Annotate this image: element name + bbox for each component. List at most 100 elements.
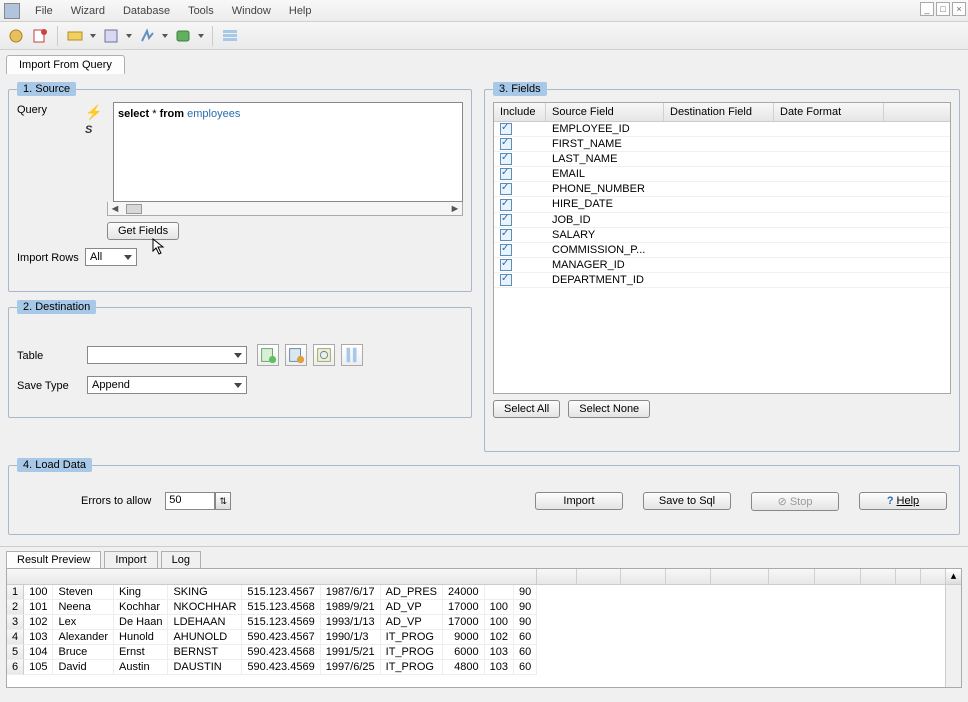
fields-row[interactable]: COMMISSION_P... <box>494 243 950 258</box>
fields-row[interactable]: SALARY <box>494 228 950 243</box>
date-format-cell[interactable] <box>774 213 884 227</box>
date-format-cell[interactable] <box>774 258 884 272</box>
result-vertical-scrollbar[interactable]: ▴ <box>945 569 961 687</box>
date-format-cell[interactable] <box>774 122 884 136</box>
col-format[interactable]: Date Format <box>774 103 884 121</box>
help-button[interactable]: ?Help <box>859 492 947 510</box>
tab-result-preview[interactable]: Result Preview <box>6 551 101 568</box>
dest-icon-3[interactable] <box>313 344 335 366</box>
fields-row[interactable]: HIRE_DATE <box>494 197 950 212</box>
scroll-right-icon[interactable]: ► <box>448 203 462 215</box>
include-checkbox[interactable] <box>500 244 512 256</box>
maximize-button[interactable]: □ <box>936 2 950 16</box>
date-format-cell[interactable] <box>774 182 884 196</box>
result-grid[interactable]: ▴ 1100StevenKingSKING515.123.45671987/6/… <box>6 568 962 688</box>
date-format-cell[interactable] <box>774 197 884 211</box>
toolbar-btn-6[interactable] <box>173 26 193 46</box>
fields-row[interactable]: EMPLOYEE_ID <box>494 122 950 137</box>
dest-field-cell[interactable] <box>664 273 774 287</box>
include-checkbox[interactable] <box>500 229 512 241</box>
result-row[interactable]: 1100StevenKingSKING515.123.45671987/6/17… <box>7 585 537 600</box>
query-textarea[interactable]: select * from employees <box>113 102 463 202</box>
menu-file[interactable]: File <box>26 3 62 19</box>
query-horizontal-scrollbar[interactable]: ◄ ► <box>107 202 463 216</box>
dest-icon-1[interactable] <box>257 344 279 366</box>
include-checkbox[interactable] <box>500 153 512 165</box>
dest-field-cell[interactable] <box>664 182 774 196</box>
include-checkbox[interactable] <box>500 168 512 180</box>
menu-help[interactable]: Help <box>280 3 321 19</box>
result-row[interactable]: 4103AlexanderHunoldAHUNOLD590.423.456719… <box>7 630 537 645</box>
include-checkbox[interactable] <box>500 199 512 211</box>
result-row[interactable]: 6105DavidAustinDAUSTIN590.423.45691997/6… <box>7 660 537 675</box>
select-none-button[interactable]: Select None <box>568 400 650 418</box>
include-checkbox[interactable] <box>500 274 512 286</box>
dest-icon-2[interactable] <box>285 344 307 366</box>
result-row[interactable]: 2101NeenaKochharNKOCHHAR515.123.45681989… <box>7 600 537 615</box>
toolbar-btn-2[interactable] <box>30 26 50 46</box>
toolbar-btn-5-dropdown[interactable] <box>161 26 169 46</box>
fields-row[interactable]: FIRST_NAME <box>494 137 950 152</box>
scroll-up-icon[interactable]: ▴ <box>946 569 961 585</box>
include-checkbox[interactable] <box>500 123 512 135</box>
save-type-select[interactable]: Append <box>87 376 247 394</box>
dest-field-cell[interactable] <box>664 137 774 151</box>
result-row[interactable]: 5104BruceErnstBERNST590.423.45681991/5/2… <box>7 645 537 660</box>
col-source[interactable]: Source Field <box>546 103 664 121</box>
tab-import-from-query[interactable]: Import From Query <box>6 55 125 74</box>
sql-icon[interactable]: S <box>85 124 99 138</box>
import-rows-select[interactable]: All <box>85 248 137 266</box>
menu-tools[interactable]: Tools <box>179 3 223 19</box>
toolbar-btn-7[interactable] <box>220 26 240 46</box>
get-fields-button[interactable]: Get Fields <box>107 222 179 240</box>
fields-row[interactable]: JOB_ID <box>494 213 950 228</box>
tab-import[interactable]: Import <box>104 551 157 568</box>
menu-database[interactable]: Database <box>114 3 179 19</box>
menu-window[interactable]: Window <box>223 3 280 19</box>
toolbar-btn-3[interactable] <box>65 26 85 46</box>
import-button[interactable]: Import <box>535 492 623 510</box>
table-select[interactable] <box>87 346 247 364</box>
dest-field-cell[interactable] <box>664 228 774 242</box>
date-format-cell[interactable] <box>774 228 884 242</box>
date-format-cell[interactable] <box>774 167 884 181</box>
toolbar-btn-1[interactable] <box>6 26 26 46</box>
select-all-button[interactable]: Select All <box>493 400 560 418</box>
fields-row[interactable]: MANAGER_ID <box>494 258 950 273</box>
include-checkbox[interactable] <box>500 138 512 150</box>
date-format-cell[interactable] <box>774 273 884 287</box>
scroll-left-icon[interactable]: ◄ <box>108 203 122 215</box>
include-checkbox[interactable] <box>500 183 512 195</box>
date-format-cell[interactable] <box>774 152 884 166</box>
dest-field-cell[interactable] <box>664 167 774 181</box>
toolbar-btn-4[interactable] <box>101 26 121 46</box>
errors-spin[interactable]: ⇅ <box>215 492 231 510</box>
errors-input[interactable]: 50 <box>165 492 215 510</box>
minimize-button[interactable]: _ <box>920 2 934 16</box>
col-dest[interactable]: Destination Field <box>664 103 774 121</box>
toolbar-btn-5[interactable] <box>137 26 157 46</box>
date-format-cell[interactable] <box>774 137 884 151</box>
date-format-cell[interactable] <box>774 243 884 257</box>
stop-button[interactable]: ⊘ Stop <box>751 492 839 511</box>
save-to-sql-button[interactable]: Save to Sql <box>643 492 731 510</box>
dest-field-cell[interactable] <box>664 213 774 227</box>
execute-icon[interactable]: ⚡ <box>85 104 99 118</box>
toolbar-btn-6-dropdown[interactable] <box>197 26 205 46</box>
include-checkbox[interactable] <box>500 259 512 271</box>
close-button[interactable]: × <box>952 2 966 16</box>
dest-field-cell[interactable] <box>664 243 774 257</box>
result-row[interactable]: 3102LexDe HaanLDEHAAN515.123.45691993/1/… <box>7 615 537 630</box>
toolbar-btn-4-dropdown[interactable] <box>125 26 133 46</box>
include-checkbox[interactable] <box>500 214 512 226</box>
fields-row[interactable]: PHONE_NUMBER <box>494 182 950 197</box>
tab-log[interactable]: Log <box>161 551 201 568</box>
dest-icon-4[interactable] <box>341 344 363 366</box>
toolbar-btn-3-dropdown[interactable] <box>89 26 97 46</box>
menu-wizard[interactable]: Wizard <box>62 3 114 19</box>
scroll-thumb[interactable] <box>126 204 142 214</box>
fields-row[interactable]: LAST_NAME <box>494 152 950 167</box>
dest-field-cell[interactable] <box>664 197 774 211</box>
fields-row[interactable]: DEPARTMENT_ID <box>494 273 950 288</box>
fields-row[interactable]: EMAIL <box>494 167 950 182</box>
